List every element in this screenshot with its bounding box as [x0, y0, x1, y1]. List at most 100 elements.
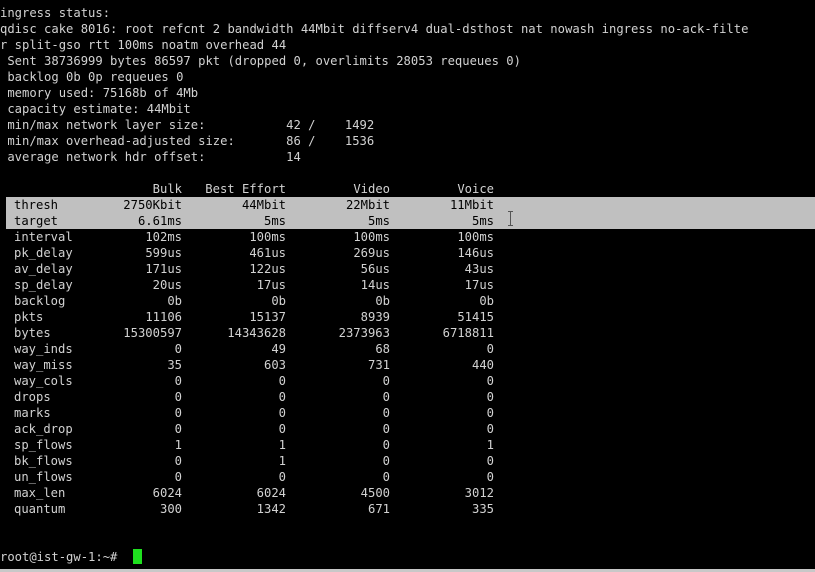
- table-cell: 35: [167, 358, 182, 372]
- table-cell: 146us: [457, 246, 494, 260]
- output-line: ingress status:: [0, 6, 111, 20]
- table-row: max_len 6024 6024 4500 3012: [0, 485, 815, 501]
- table-cell: 44Mbit: [241, 198, 286, 212]
- table-cell: 0: [382, 390, 390, 404]
- table-cell: 0: [174, 470, 182, 484]
- table-cell: 0: [278, 390, 286, 404]
- table-cell: 0: [278, 406, 286, 420]
- row-label: pkts: [14, 310, 44, 324]
- table-cell: 0b: [375, 294, 390, 308]
- table-cell: 1: [278, 454, 286, 468]
- table-cell: 0: [382, 422, 390, 436]
- table-row: sp_flows 1 1 0 1: [0, 437, 815, 453]
- table-row: target 6.61ms 5ms 5ms 5ms: [0, 213, 815, 229]
- table-row: way_cols 0 0 0 0: [0, 373, 815, 389]
- table-cell: 49: [271, 342, 286, 356]
- table-cell: 0: [278, 374, 286, 388]
- row-label: drops: [14, 390, 51, 404]
- table-cell: 6024: [256, 486, 286, 500]
- table-row: bk_flows 0 1 0 0: [0, 453, 815, 469]
- table-cell: 0: [486, 374, 494, 388]
- table-cell: 1: [278, 438, 286, 452]
- table-row: interval 102ms 100ms 100ms 100ms: [0, 229, 815, 245]
- table-cell: 2373963: [338, 326, 390, 340]
- table-cell: 14us: [360, 278, 390, 292]
- column-header: Video: [353, 182, 390, 196]
- table-cell: 20us: [152, 278, 182, 292]
- table-cell: 14343628: [227, 326, 286, 340]
- row-label: ack_drop: [14, 422, 73, 436]
- table-row: marks 0 0 0 0: [0, 405, 815, 421]
- table-row: way_inds 0 49 68 0: [0, 341, 815, 357]
- row-label: way_miss: [14, 358, 73, 372]
- table-cell: 56us: [360, 262, 390, 276]
- table-cell: 122us: [249, 262, 286, 276]
- table-cell: 1: [486, 438, 494, 452]
- table-row: way_miss 35 603 731 440: [0, 357, 815, 373]
- row-label: sp_delay: [14, 278, 73, 292]
- output-line: average network hdr offset: 14: [0, 150, 301, 164]
- table-cell: 22Mbit: [345, 198, 390, 212]
- row-label: pk_delay: [14, 246, 73, 260]
- table-cell: 0: [382, 454, 390, 468]
- row-label: thresh: [14, 198, 59, 212]
- table-cell: 0b: [167, 294, 182, 308]
- table-cell: 0: [174, 422, 182, 436]
- output-line: qdisc cake 8016: root refcnt 2 bandwidth…: [0, 22, 749, 36]
- shell-prompt: root@ist-gw-1:~#: [0, 550, 125, 564]
- row-label: av_delay: [14, 262, 73, 276]
- table-cell: 5ms: [471, 214, 494, 228]
- table-header-row: Bulk Best Effort Video Voice: [0, 181, 815, 197]
- table-cell: 100ms: [457, 230, 494, 244]
- table-row: backlog 0b 0b 0b 0b: [0, 293, 815, 309]
- table-cell: 0: [278, 470, 286, 484]
- row-label: quantum: [14, 502, 66, 516]
- table-cell: 671: [367, 502, 390, 516]
- table-cell: 603: [263, 358, 286, 372]
- table-cell: 269us: [353, 246, 390, 260]
- table-cell: 51415: [457, 310, 494, 324]
- table-cell: 599us: [145, 246, 182, 260]
- table-cell: 0: [486, 470, 494, 484]
- table-cell: 171us: [145, 262, 182, 276]
- table-row: pkts 11106 15137 8939 51415: [0, 309, 815, 325]
- table-cell: 0: [382, 470, 390, 484]
- table-row: sp_delay 20us 17us 14us 17us: [0, 277, 815, 293]
- table-cell: 0: [486, 422, 494, 436]
- table-cell: 335: [471, 502, 494, 516]
- table-cell: 100ms: [353, 230, 390, 244]
- table-row: un_flows 0 0 0 0: [0, 469, 815, 485]
- table-cell: 5ms: [263, 214, 286, 228]
- row-label: bytes: [14, 326, 51, 340]
- table-row: ack_drop 0 0 0 0: [0, 421, 815, 437]
- table-cell: 1342: [256, 502, 286, 516]
- table-cell: 0: [174, 454, 182, 468]
- table-cell: 68: [375, 342, 390, 356]
- column-header: Bulk: [152, 182, 182, 196]
- table-cell: 3012: [464, 486, 494, 500]
- table-row: av_delay 171us 122us 56us 43us: [0, 261, 815, 277]
- table-cell: 6024: [152, 486, 182, 500]
- terminal-cursor[interactable]: [133, 549, 142, 564]
- row-label: sp_flows: [14, 438, 73, 452]
- table-cell: 15300597: [123, 326, 182, 340]
- table-cell: 1: [174, 438, 182, 452]
- table-cell: 43us: [464, 262, 494, 276]
- table-cell: 6718811: [442, 326, 494, 340]
- table-cell: 0: [486, 454, 494, 468]
- table-cell: 4500: [360, 486, 390, 500]
- output-line: min/max overhead-adjusted size: 86 / 153…: [0, 134, 375, 148]
- table-cell: 17us: [464, 278, 494, 292]
- terminal-window[interactable]: ingress status: qdisc cake 8016: root ref…: [0, 0, 815, 572]
- output-line: memory used: 75168b of 4Mb: [0, 86, 199, 100]
- row-label: marks: [14, 406, 51, 420]
- row-label: target: [14, 214, 59, 228]
- table-cell: 2750Kbit: [123, 198, 182, 212]
- table-cell: 15137: [249, 310, 286, 324]
- table-cell: 0: [174, 374, 182, 388]
- table-cell: 0: [174, 390, 182, 404]
- table-cell: 0: [486, 406, 494, 420]
- output-line: capacity estimate: 44Mbit: [0, 102, 191, 116]
- table-cell: 0: [174, 406, 182, 420]
- table-cell: 461us: [249, 246, 286, 260]
